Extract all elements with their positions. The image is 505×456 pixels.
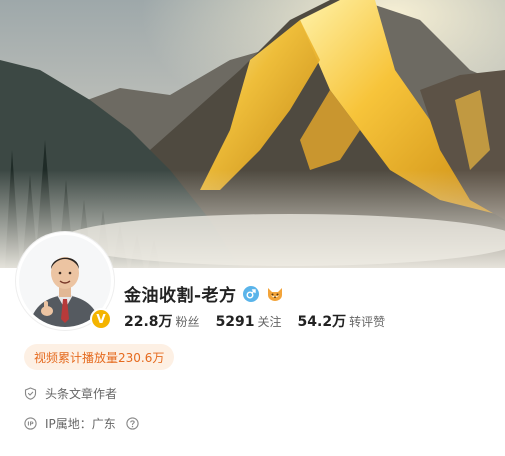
ip-icon: IP bbox=[24, 417, 37, 430]
stat-label: 粉丝 bbox=[175, 315, 200, 329]
video-play-count-badge: 视频累计播放量230.6万 bbox=[24, 344, 175, 370]
verified-v-icon: V bbox=[90, 308, 112, 330]
author-role-row: 头条文章作者 bbox=[24, 385, 117, 402]
mountain-banner-image bbox=[0, 0, 505, 268]
author-role-text: 头条文章作者 bbox=[45, 387, 118, 401]
svg-text:IP: IP bbox=[27, 422, 33, 428]
ip-location-text: IP属地：广东 bbox=[45, 417, 116, 431]
stat-label: 转评赞 bbox=[349, 315, 386, 329]
ip-location-row: IP IP属地：广东 bbox=[24, 415, 139, 432]
profile-name: 金油收割-老方 bbox=[124, 286, 237, 306]
stat-fans[interactable]: 22.8万 粉丝 bbox=[124, 311, 200, 331]
shield-icon bbox=[24, 387, 37, 400]
stat-value: 5291 bbox=[215, 314, 255, 330]
help-icon[interactable] bbox=[126, 417, 139, 430]
stat-label: 关注 bbox=[257, 315, 282, 329]
fox-icon[interactable] bbox=[265, 284, 285, 304]
male-icon bbox=[242, 285, 259, 302]
profile-banner bbox=[0, 0, 505, 268]
stat-likes[interactable]: 54.2万 转评赞 bbox=[298, 311, 386, 331]
stat-following[interactable]: 5291 关注 bbox=[216, 313, 282, 330]
profile-name-row: 金油收割-老方 bbox=[124, 281, 285, 306]
profile-stats: 22.8万 粉丝 5291 关注 54.2万 转评赞 bbox=[124, 311, 401, 331]
stat-value: 54.2万 bbox=[297, 314, 347, 330]
profile-page: V 金油收割-老方 22.8万 粉丝 5291 关注 54.2万 转评赞 视频累… bbox=[0, 0, 505, 456]
stat-value: 22.8万 bbox=[124, 314, 173, 330]
